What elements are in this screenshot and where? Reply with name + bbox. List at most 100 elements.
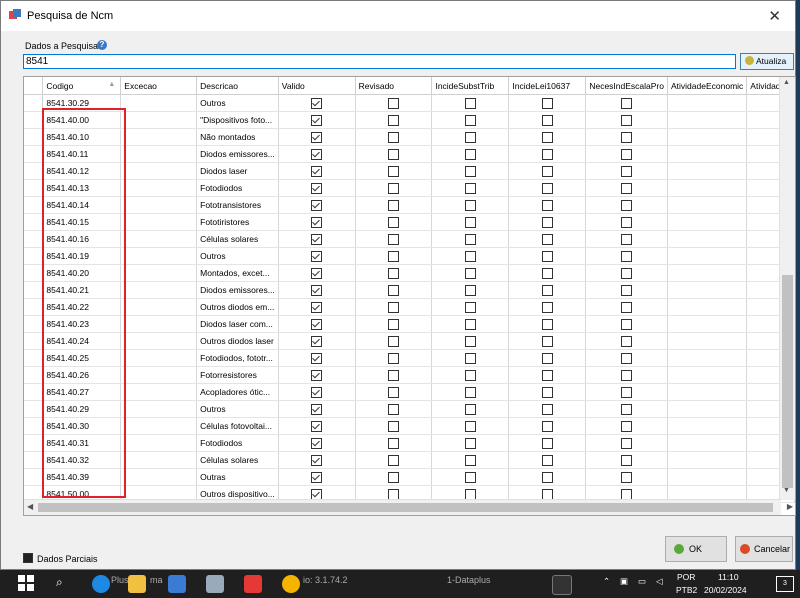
col-valido[interactable]: Valido (278, 77, 356, 95)
cell-neces-ind-escala[interactable] (585, 94, 668, 112)
cell-atividade-economic[interactable] (667, 247, 748, 265)
col-excecao[interactable]: Excecao (120, 77, 198, 95)
cell-codigo[interactable]: 8541.40.10 (42, 128, 122, 146)
cell-neces-ind-escala[interactable] (585, 349, 668, 367)
checked-checkbox[interactable] (311, 250, 323, 262)
checkbox[interactable] (621, 131, 633, 143)
cell-revisado[interactable] (355, 434, 433, 452)
cell-valido[interactable] (278, 213, 356, 231)
cell-atividade-economic[interactable] (667, 434, 748, 452)
checked-checkbox[interactable] (311, 284, 323, 296)
row-header[interactable] (24, 264, 44, 282)
cell-revisado[interactable] (355, 230, 433, 248)
cell-descricao[interactable]: Diodos laser (196, 162, 279, 180)
cell-incide-subst-trib[interactable] (431, 162, 510, 180)
checkbox[interactable] (541, 437, 553, 449)
checked-checkbox[interactable] (311, 335, 323, 347)
row-header[interactable] (24, 281, 44, 299)
cell-revisado[interactable] (355, 451, 433, 469)
cell-valido[interactable] (278, 315, 356, 333)
table-row[interactable]: 8541.40.39 Outras (24, 468, 795, 486)
cell-codigo[interactable]: 8541.40.30 (42, 417, 122, 435)
cell-descricao[interactable]: Diodos emissores... (196, 281, 279, 299)
update-button[interactable]: Atualiza (740, 53, 794, 70)
app-window-icon[interactable] (552, 575, 572, 595)
volume-icon[interactable]: ◁ (656, 576, 663, 587)
row-header[interactable] (24, 434, 44, 452)
checkbox[interactable] (621, 284, 633, 296)
checkbox[interactable] (464, 148, 476, 160)
checkbox[interactable] (464, 403, 476, 415)
col-descricao[interactable]: Descricao (196, 77, 279, 95)
cell-excecao[interactable] (120, 434, 198, 452)
cell-incide-subst-trib[interactable] (431, 264, 510, 282)
cell-incide-subst-trib[interactable] (431, 315, 510, 333)
row-header[interactable] (24, 383, 44, 401)
cell-revisado[interactable] (355, 383, 433, 401)
cell-atividade-economic[interactable] (667, 145, 748, 163)
cell-valido[interactable] (278, 468, 356, 486)
cell-excecao[interactable] (120, 145, 198, 163)
cell-revisado[interactable] (355, 162, 433, 180)
cell-codigo[interactable]: 8541.40.25 (42, 349, 122, 367)
cell-incide-lei[interactable] (508, 94, 587, 112)
row-header[interactable] (24, 349, 44, 367)
app-icon-1[interactable] (168, 575, 186, 593)
cell-revisado[interactable] (355, 179, 433, 197)
cell-incide-subst-trib[interactable] (431, 281, 510, 299)
table-row[interactable]: 8541.40.14 Fototransistores (24, 196, 795, 214)
cell-incide-lei[interactable] (508, 230, 587, 248)
cell-valido[interactable] (278, 383, 356, 401)
checkbox[interactable] (541, 403, 553, 415)
cell-descricao[interactable]: Diodos laser com... (196, 315, 279, 333)
checkbox[interactable] (541, 301, 553, 313)
checked-checkbox[interactable] (311, 318, 323, 330)
cell-valido[interactable] (278, 230, 356, 248)
checked-checkbox[interactable] (311, 233, 323, 245)
scroll-right-icon[interactable]: ▶ (787, 502, 793, 511)
notification-icon[interactable]: 3 (776, 576, 794, 592)
cell-codigo[interactable]: 8541.40.19 (42, 247, 122, 265)
cell-excecao[interactable] (120, 349, 198, 367)
checked-checkbox[interactable] (311, 437, 323, 449)
table-row[interactable]: 8541.40.25 Fotodiodos, fototr... (24, 349, 795, 367)
cell-valido[interactable] (278, 451, 356, 469)
row-header[interactable] (24, 111, 44, 129)
checked-checkbox[interactable] (311, 471, 323, 483)
lang-indicator[interactable]: POR (677, 572, 695, 582)
checkbox[interactable] (388, 471, 400, 483)
file-explorer-icon[interactable] (128, 575, 146, 593)
checkbox[interactable] (464, 471, 476, 483)
cell-incide-subst-trib[interactable] (431, 213, 510, 231)
cell-incide-subst-trib[interactable] (431, 349, 510, 367)
checked-checkbox[interactable] (311, 148, 323, 160)
cell-atividade-economic[interactable] (667, 349, 748, 367)
checkbox[interactable] (388, 267, 400, 279)
cell-incide-subst-trib[interactable] (431, 196, 510, 214)
cell-descricao[interactable]: Outras (196, 468, 279, 486)
checkbox[interactable] (541, 165, 553, 177)
cell-valido[interactable] (278, 128, 356, 146)
checkbox[interactable] (388, 131, 400, 143)
cell-incide-lei[interactable] (508, 332, 587, 350)
cell-incide-subst-trib[interactable] (431, 468, 510, 486)
cell-valido[interactable] (278, 332, 356, 350)
cell-neces-ind-escala[interactable] (585, 332, 668, 350)
checkbox[interactable] (464, 165, 476, 177)
chrome-icon[interactable] (282, 575, 300, 593)
vertical-scrollbar[interactable]: ▲ ▼ (779, 77, 795, 500)
cell-revisado[interactable] (355, 264, 433, 282)
checked-checkbox[interactable] (311, 165, 323, 177)
cell-atividade-economic[interactable] (667, 128, 748, 146)
network-icon[interactable]: ▭ (638, 576, 646, 587)
checkbox[interactable] (541, 233, 553, 245)
checkbox[interactable] (621, 403, 633, 415)
cell-codigo[interactable]: 8541.40.15 (42, 213, 122, 231)
row-header[interactable] (24, 94, 44, 112)
checkbox[interactable] (388, 148, 400, 160)
row-header[interactable] (24, 213, 44, 231)
cell-codigo[interactable]: 8541.40.22 (42, 298, 122, 316)
cell-revisado[interactable] (355, 128, 433, 146)
cell-neces-ind-escala[interactable] (585, 111, 668, 129)
scroll-down-icon[interactable]: ▼ (783, 487, 790, 494)
